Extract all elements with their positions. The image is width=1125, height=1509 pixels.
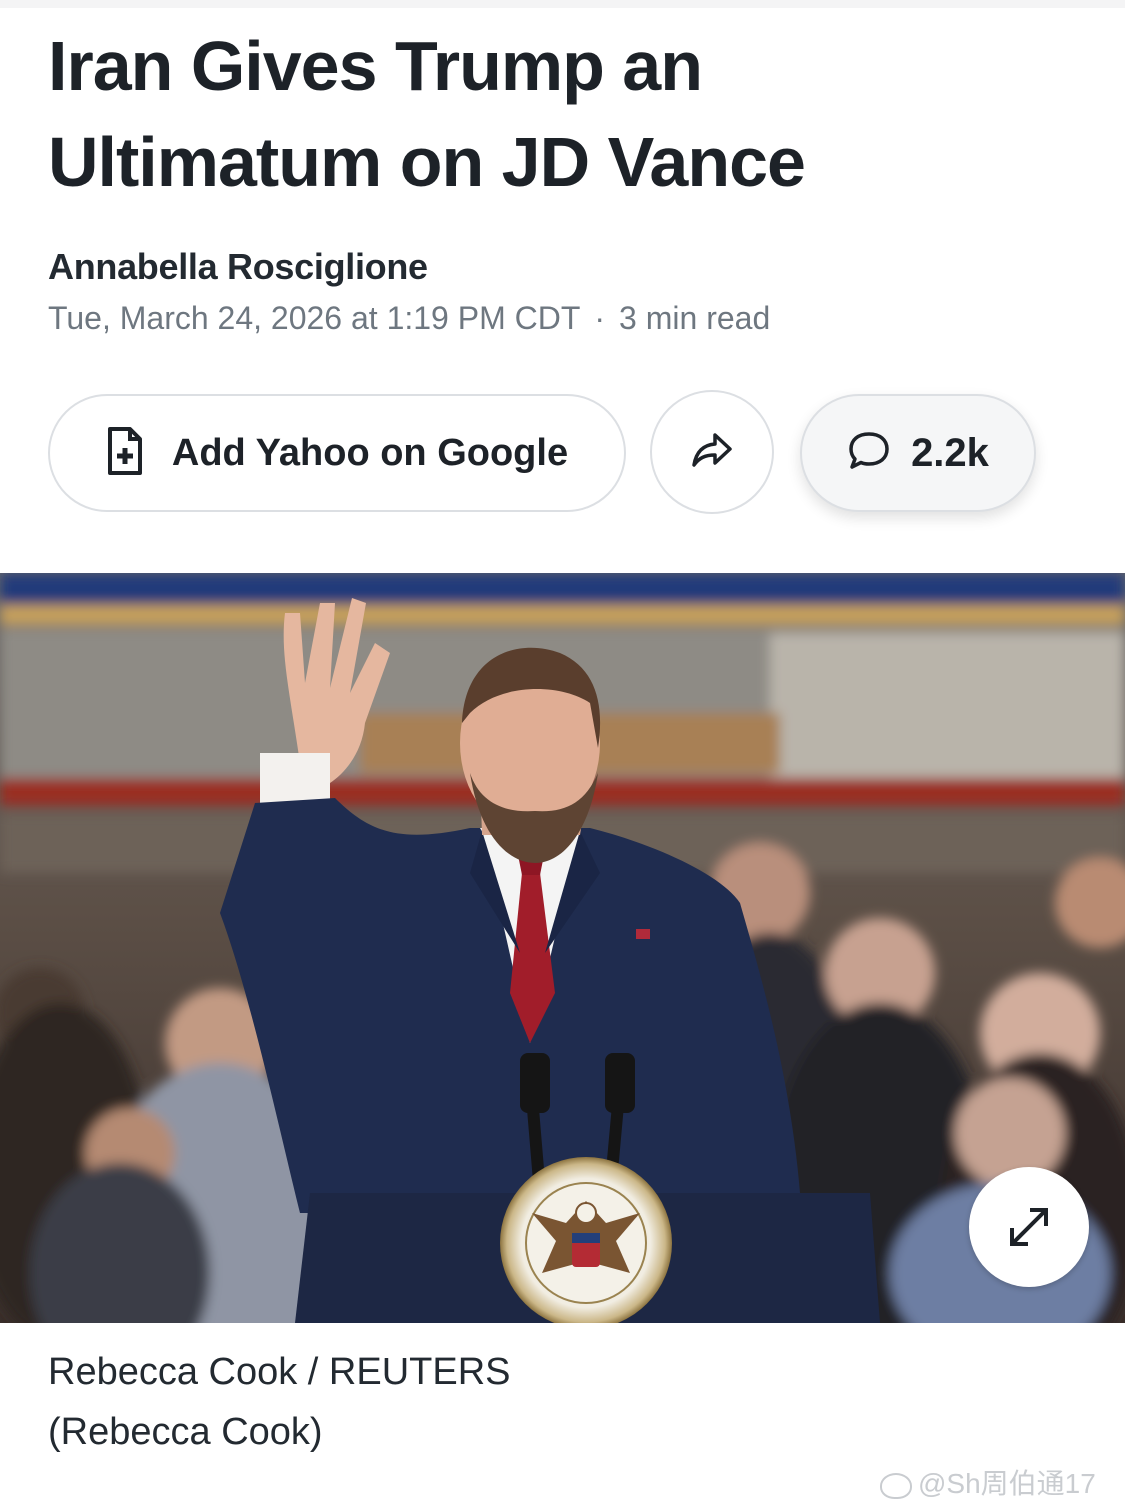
share-button[interactable] — [650, 390, 774, 514]
publish-date: Tue, March 24, 2026 at 1:19 PM CDT — [48, 300, 581, 336]
vice-president-seal — [500, 1157, 672, 1323]
read-time: 3 min read — [619, 300, 771, 336]
article-title: Iran Gives Trump an Ultimatum on JD Vanc… — [48, 27, 806, 201]
top-divider — [0, 0, 1125, 8]
article-hero-image[interactable] — [0, 573, 1125, 1323]
expand-image-button[interactable] — [969, 1167, 1089, 1287]
share-arrow-icon — [691, 432, 733, 473]
image-caption: Rebecca Cook / REUTERS (Rebecca Cook) — [48, 1342, 511, 1462]
add-yahoo-on-google-button[interactable]: Add Yahoo on Google — [48, 394, 626, 512]
speech-bubble-icon — [847, 430, 891, 477]
article-meta: Tue, March 24, 2026 at 1:19 PM CDT · 3 min… — [48, 300, 770, 337]
weibo-watermark: @Sh周伯通17 — [880, 1462, 1096, 1502]
caption-credit: Rebecca Cook / REUTERS — [48, 1351, 511, 1393]
expand-arrows-icon — [1004, 1202, 1054, 1252]
comments-count: 2.2k — [911, 430, 989, 475]
caption-photographer: (Rebecca Cook) — [48, 1411, 323, 1453]
comments-button[interactable]: 2.2k — [800, 394, 1036, 512]
author-name[interactable]: Annabella Rosciglione — [48, 246, 428, 288]
weibo-logo-icon — [880, 1472, 912, 1499]
add-document-icon — [106, 426, 144, 481]
add-yahoo-on-google-label: Add Yahoo on Google — [171, 431, 569, 474]
watermark-text: @Sh周伯通17 — [918, 1468, 1096, 1499]
meta-separator: · — [594, 300, 606, 336]
